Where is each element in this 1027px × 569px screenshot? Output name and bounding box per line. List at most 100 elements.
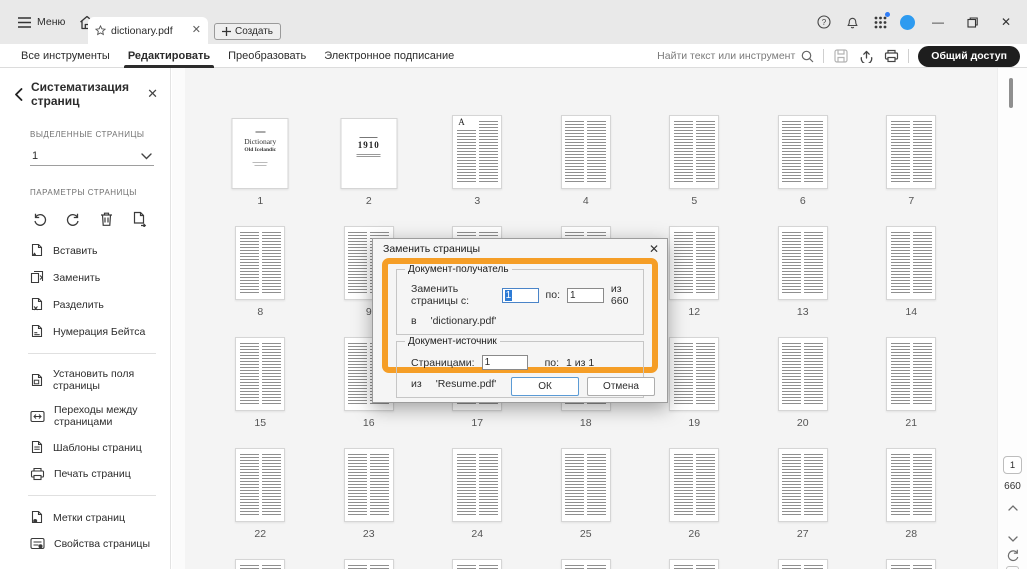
page-thumbnail[interactable] xyxy=(777,226,828,300)
sidebar-item-label: Метки страниц xyxy=(53,511,125,524)
rotate-right-button[interactable] xyxy=(61,207,85,231)
rotate-left-button[interactable] xyxy=(28,207,52,231)
tab-all-tools[interactable]: Все инструменты xyxy=(21,44,110,68)
page-number-label: 15 xyxy=(254,417,267,429)
page-thumbnail[interactable] xyxy=(452,448,503,522)
page-thumbnail[interactable] xyxy=(235,448,286,522)
window-close-button[interactable]: ✕ xyxy=(995,15,1017,29)
create-button[interactable]: Создать xyxy=(214,23,282,40)
page-thumbnail-cell: 25 xyxy=(532,443,641,554)
search-input[interactable]: Найти текст или инструмент xyxy=(657,50,814,63)
page-thumbnail-cell: Dictionary Old Icelandic 1 xyxy=(206,110,315,221)
sidebar-item-insert[interactable]: Вставить xyxy=(0,237,170,264)
sidebar-item-label: Переходы между страницами xyxy=(54,404,138,428)
page-thumbnail[interactable] xyxy=(886,559,937,569)
save-button[interactable] xyxy=(833,48,849,64)
sidebar-item-bates-numbering[interactable]: Нумерация Бейтса xyxy=(0,318,170,345)
tab-edit[interactable]: Редактировать xyxy=(123,44,215,68)
sidebar-item-set-page-boxes[interactable]: Установить поля страницы xyxy=(0,362,170,398)
page-thumbnail[interactable] xyxy=(886,448,937,522)
apps-grid-icon[interactable] xyxy=(872,12,890,30)
source-range-value: 1 из 1 xyxy=(566,356,595,369)
selected-pages-dropdown[interactable]: 1 xyxy=(30,147,154,166)
page-thumbnail[interactable] xyxy=(343,559,394,569)
page-thumbnail[interactable] xyxy=(343,448,394,522)
page-thumbnail[interactable] xyxy=(777,559,828,569)
page-thumbnail[interactable]: A xyxy=(452,115,503,189)
page-thumbnail[interactable] xyxy=(886,337,937,411)
page-thumbnail[interactable] xyxy=(669,226,720,300)
document-tab[interactable]: dictionary.pdf ✕ xyxy=(88,17,208,44)
dialog-close-icon[interactable]: ✕ xyxy=(649,242,659,256)
star-icon[interactable] xyxy=(95,25,106,36)
sidebar-item-replace[interactable]: Заменить xyxy=(0,264,170,291)
page-thumbnail[interactable] xyxy=(235,337,286,411)
page-thumbnail-cell xyxy=(749,554,858,569)
page-thumbnail[interactable] xyxy=(886,115,937,189)
replace-from-input[interactable]: 1 xyxy=(501,287,539,303)
page-thumbnail-cell: A3 xyxy=(423,110,532,221)
sidebar-item-split[interactable]: Разделить xyxy=(0,291,170,318)
panel-close-icon[interactable]: ✕ xyxy=(147,86,158,102)
window-maximize-button[interactable] xyxy=(961,16,983,28)
source-from-input[interactable]: 1 xyxy=(481,355,528,370)
replace-from-value: 1 xyxy=(504,289,513,301)
tab-esign[interactable]: Электронное подписание xyxy=(324,44,454,68)
total-pages-label: 660 xyxy=(1004,481,1021,492)
page-thumbnail[interactable] xyxy=(669,337,720,411)
page-thumbnail[interactable] xyxy=(560,559,611,569)
current-page-input[interactable]: 1 xyxy=(1003,456,1022,474)
help-button[interactable]: ? xyxy=(816,14,832,30)
organize-pages-panel: Систематизация страниц ✕ ВЫДЕЛЕННЫЕ СТРА… xyxy=(0,68,171,569)
scrollbar-thumb[interactable] xyxy=(1009,78,1013,108)
page-thumbnail[interactable] xyxy=(560,448,611,522)
replace-range-label: Заменить страницы с: xyxy=(411,283,470,307)
page-thumbnail[interactable] xyxy=(560,115,611,189)
print-button[interactable] xyxy=(883,48,899,64)
page-labels-icon xyxy=(30,510,44,525)
extract-page-button[interactable] xyxy=(127,207,151,231)
page-thumbnail[interactable] xyxy=(777,448,828,522)
page-thumbnail[interactable] xyxy=(669,559,720,569)
page-thumbnail[interactable] xyxy=(235,226,286,300)
page-thumbnail[interactable] xyxy=(669,115,720,189)
toolbar: Все инструменты Редактировать Преобразов… xyxy=(0,44,1027,68)
tab-close-icon[interactable]: ✕ xyxy=(192,25,201,36)
sidebar-item-print-pages[interactable]: Печать страниц xyxy=(0,461,170,487)
page-thumbnail-cell: 4 xyxy=(532,110,641,221)
delete-page-button[interactable] xyxy=(94,207,118,231)
sidebar-item-page-templates[interactable]: Шаблоны страниц xyxy=(0,434,170,461)
share-upload-icon[interactable] xyxy=(858,48,874,64)
window-minimize-button[interactable]: — xyxy=(927,15,949,29)
page-thumbnail[interactable] xyxy=(669,448,720,522)
rotate-view-button[interactable] xyxy=(1006,548,1020,562)
sidebar-item-label: Установить поля страницы xyxy=(53,368,135,392)
page-thumbnail[interactable]: 1910 xyxy=(340,118,398,189)
page-thumbnail[interactable] xyxy=(235,559,286,569)
page-thumbnail-cell: 27 xyxy=(749,443,858,554)
sidebar-item-page-transitions[interactable]: Переходы между страницами xyxy=(0,398,170,434)
sidebar-item-page-labels[interactable]: Метки страниц xyxy=(0,504,170,531)
replace-to-input[interactable]: 1 xyxy=(567,287,604,303)
target-filename: 'dictionary.pdf' xyxy=(430,315,497,327)
page-thumbnail[interactable] xyxy=(777,337,828,411)
share-button[interactable]: Общий доступ xyxy=(918,45,1020,67)
page-thumbnail-cell xyxy=(423,554,532,569)
tab-convert[interactable]: Преобразовать xyxy=(228,44,306,68)
page-thumbnail[interactable] xyxy=(886,226,937,300)
notifications-bell-icon[interactable] xyxy=(844,14,860,30)
from-file-label: из xyxy=(411,378,422,390)
menu-button[interactable]: Меню xyxy=(18,16,65,28)
sidebar-item-page-properties[interactable]: Свойства страницы xyxy=(0,531,170,556)
page-thumbnail[interactable]: Dictionary Old Icelandic xyxy=(231,118,289,189)
next-page-chevron-icon[interactable] xyxy=(998,536,1027,542)
back-chevron-icon[interactable] xyxy=(14,87,23,101)
replace-to-value: 1 xyxy=(570,289,576,301)
page-thumbnail[interactable] xyxy=(452,559,503,569)
previous-page-chevron-icon[interactable] xyxy=(998,505,1027,511)
ok-button[interactable]: ОК xyxy=(511,377,579,396)
page-thumbnail[interactable] xyxy=(777,115,828,189)
page-number-label: 1 xyxy=(257,195,264,207)
user-avatar[interactable] xyxy=(900,14,915,30)
cancel-button[interactable]: Отмена xyxy=(587,377,655,396)
